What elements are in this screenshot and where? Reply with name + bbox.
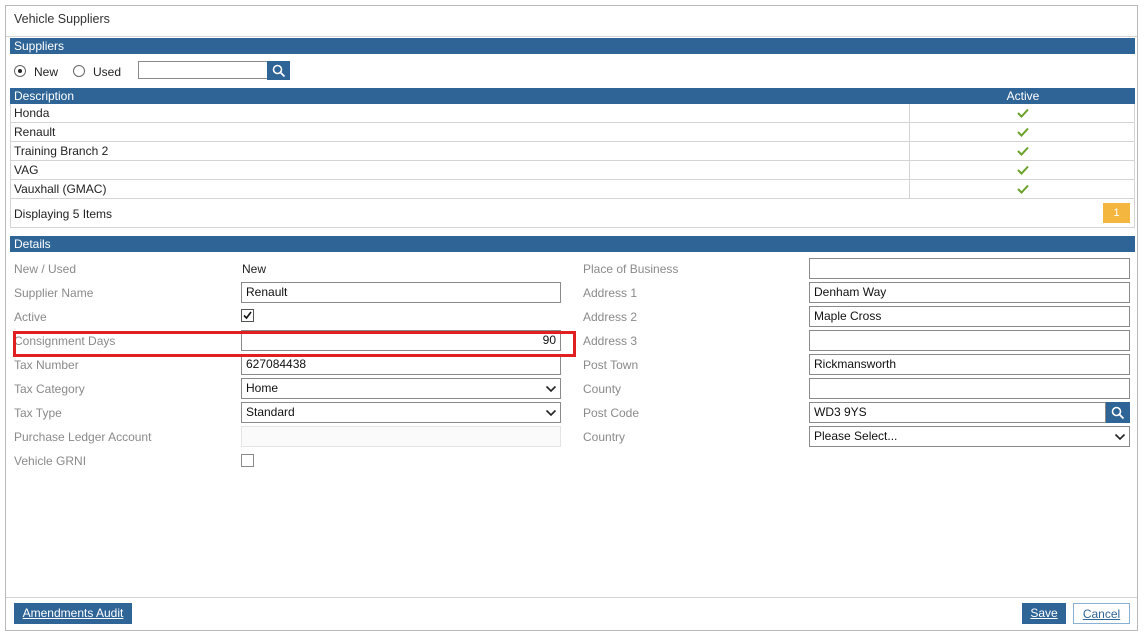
address1-input[interactable]: Denham Way	[809, 282, 1130, 303]
address1-label: Address 1	[583, 286, 638, 300]
used-radio-label[interactable]: Used	[93, 65, 121, 79]
checkmark-icon	[243, 311, 252, 320]
chevron-down-icon	[1114, 433, 1126, 441]
supplier-name-input[interactable]: Renault	[241, 282, 561, 303]
cancel-button[interactable]: Cancel	[1073, 603, 1130, 624]
table-row[interactable]: Renault	[10, 123, 1135, 142]
tax-category-label: Tax Category	[14, 382, 85, 396]
checkmark-icon	[1017, 108, 1029, 118]
table-row[interactable]: VAG	[10, 161, 1135, 180]
row-description: VAG	[14, 163, 39, 177]
address3-label: Address 3	[583, 334, 638, 348]
chevron-down-icon	[545, 409, 557, 417]
checkmark-icon	[1017, 165, 1029, 175]
new-radio-label[interactable]: New	[34, 65, 58, 79]
search-icon	[272, 64, 285, 77]
amendments-audit-button[interactable]: Amendments Audit	[14, 603, 132, 624]
supplier-search-input[interactable]	[138, 61, 268, 79]
table-row[interactable]: Vauxhall (GMAC)	[10, 180, 1135, 199]
address3-input[interactable]	[809, 330, 1130, 351]
page-1-button[interactable]: 1	[1103, 203, 1130, 223]
grid-pager: Displaying 5 Items 1	[10, 199, 1135, 228]
column-description[interactable]: Description	[14, 88, 74, 104]
column-active[interactable]: Active	[911, 88, 1135, 104]
purchase-ledger-account-input	[241, 426, 561, 447]
tax-number-label: Tax Number	[14, 358, 79, 372]
country-label: Country	[583, 430, 626, 444]
amendments-audit-label: Amendments Audit	[22, 606, 124, 620]
row-active-cell	[909, 180, 1136, 198]
row-active-cell	[909, 104, 1136, 122]
window-title: Vehicle Suppliers	[14, 12, 110, 26]
vehicle-suppliers-window: Vehicle Suppliers Suppliers New Used Des…	[5, 5, 1138, 631]
suppliers-grid: Description Active Honda Renault Trainin…	[10, 88, 1135, 228]
table-row[interactable]: Honda	[10, 104, 1135, 123]
chevron-down-icon	[545, 385, 557, 393]
save-button[interactable]: Save	[1022, 603, 1066, 624]
grid-header: Description Active	[10, 88, 1135, 104]
address2-label: Address 2	[583, 310, 638, 324]
post-code-input[interactable]: WD3 9YS	[809, 402, 1106, 423]
new-radio[interactable]	[14, 65, 26, 77]
title-divider	[6, 36, 1137, 37]
table-row[interactable]: Training Branch 2	[10, 142, 1135, 161]
post-code-label: Post Code	[583, 406, 640, 420]
tax-type-label: Tax Type	[14, 406, 62, 420]
tax-number-input[interactable]: 627084438	[241, 354, 561, 375]
new-used-value: New	[242, 262, 267, 276]
details-section-header: Details	[10, 236, 1135, 252]
place-of-business-label: Place of Business	[583, 262, 679, 276]
post-town-input[interactable]: Rickmansworth	[809, 354, 1130, 375]
place-of-business-input[interactable]	[809, 258, 1130, 279]
row-active-cell	[909, 123, 1136, 141]
suppliers-section-header: Suppliers	[10, 38, 1135, 54]
row-description: Renault	[14, 125, 56, 139]
row-description: Training Branch 2	[14, 144, 109, 158]
cancel-label: Cancel	[1082, 607, 1121, 621]
row-description: Vauxhall (GMAC)	[14, 182, 107, 196]
checkmark-icon	[1017, 184, 1029, 194]
county-input[interactable]	[809, 378, 1130, 399]
purchase-ledger-account-label: Purchase Ledger Account	[14, 430, 152, 444]
vehicle-grni-label: Vehicle GRNI	[14, 454, 87, 468]
tax-category-value: Home	[246, 381, 279, 395]
consignment-days-highlight	[13, 331, 576, 357]
active-label: Active	[14, 310, 47, 324]
country-select[interactable]: Please Select...	[809, 426, 1130, 447]
tax-type-value: Standard	[246, 405, 295, 419]
row-active-cell	[909, 142, 1136, 160]
active-checkbox[interactable]	[241, 309, 254, 322]
new-used-label: New / Used	[14, 262, 77, 276]
post-town-label: Post Town	[583, 358, 639, 372]
row-description: Honda	[14, 106, 50, 120]
address2-input[interactable]: Maple Cross	[809, 306, 1130, 327]
county-label: County	[583, 382, 622, 396]
tax-category-select[interactable]: Home	[241, 378, 561, 399]
country-value: Please Select...	[814, 429, 898, 443]
used-radio[interactable]	[73, 65, 85, 77]
supplier-name-label: Supplier Name	[14, 286, 94, 300]
save-label: Save	[1030, 606, 1058, 620]
checkmark-icon	[1017, 146, 1029, 156]
vehicle-grni-checkbox[interactable]	[241, 454, 254, 467]
search-icon	[1111, 406, 1125, 419]
post-code-lookup-button[interactable]	[1106, 402, 1130, 423]
pager-summary: Displaying 5 Items	[14, 207, 113, 221]
row-active-cell	[909, 161, 1136, 179]
footer-divider	[6, 597, 1137, 598]
checkmark-icon	[1017, 127, 1029, 137]
supplier-search-button[interactable]	[267, 61, 290, 80]
tax-type-select[interactable]: Standard	[241, 402, 561, 423]
